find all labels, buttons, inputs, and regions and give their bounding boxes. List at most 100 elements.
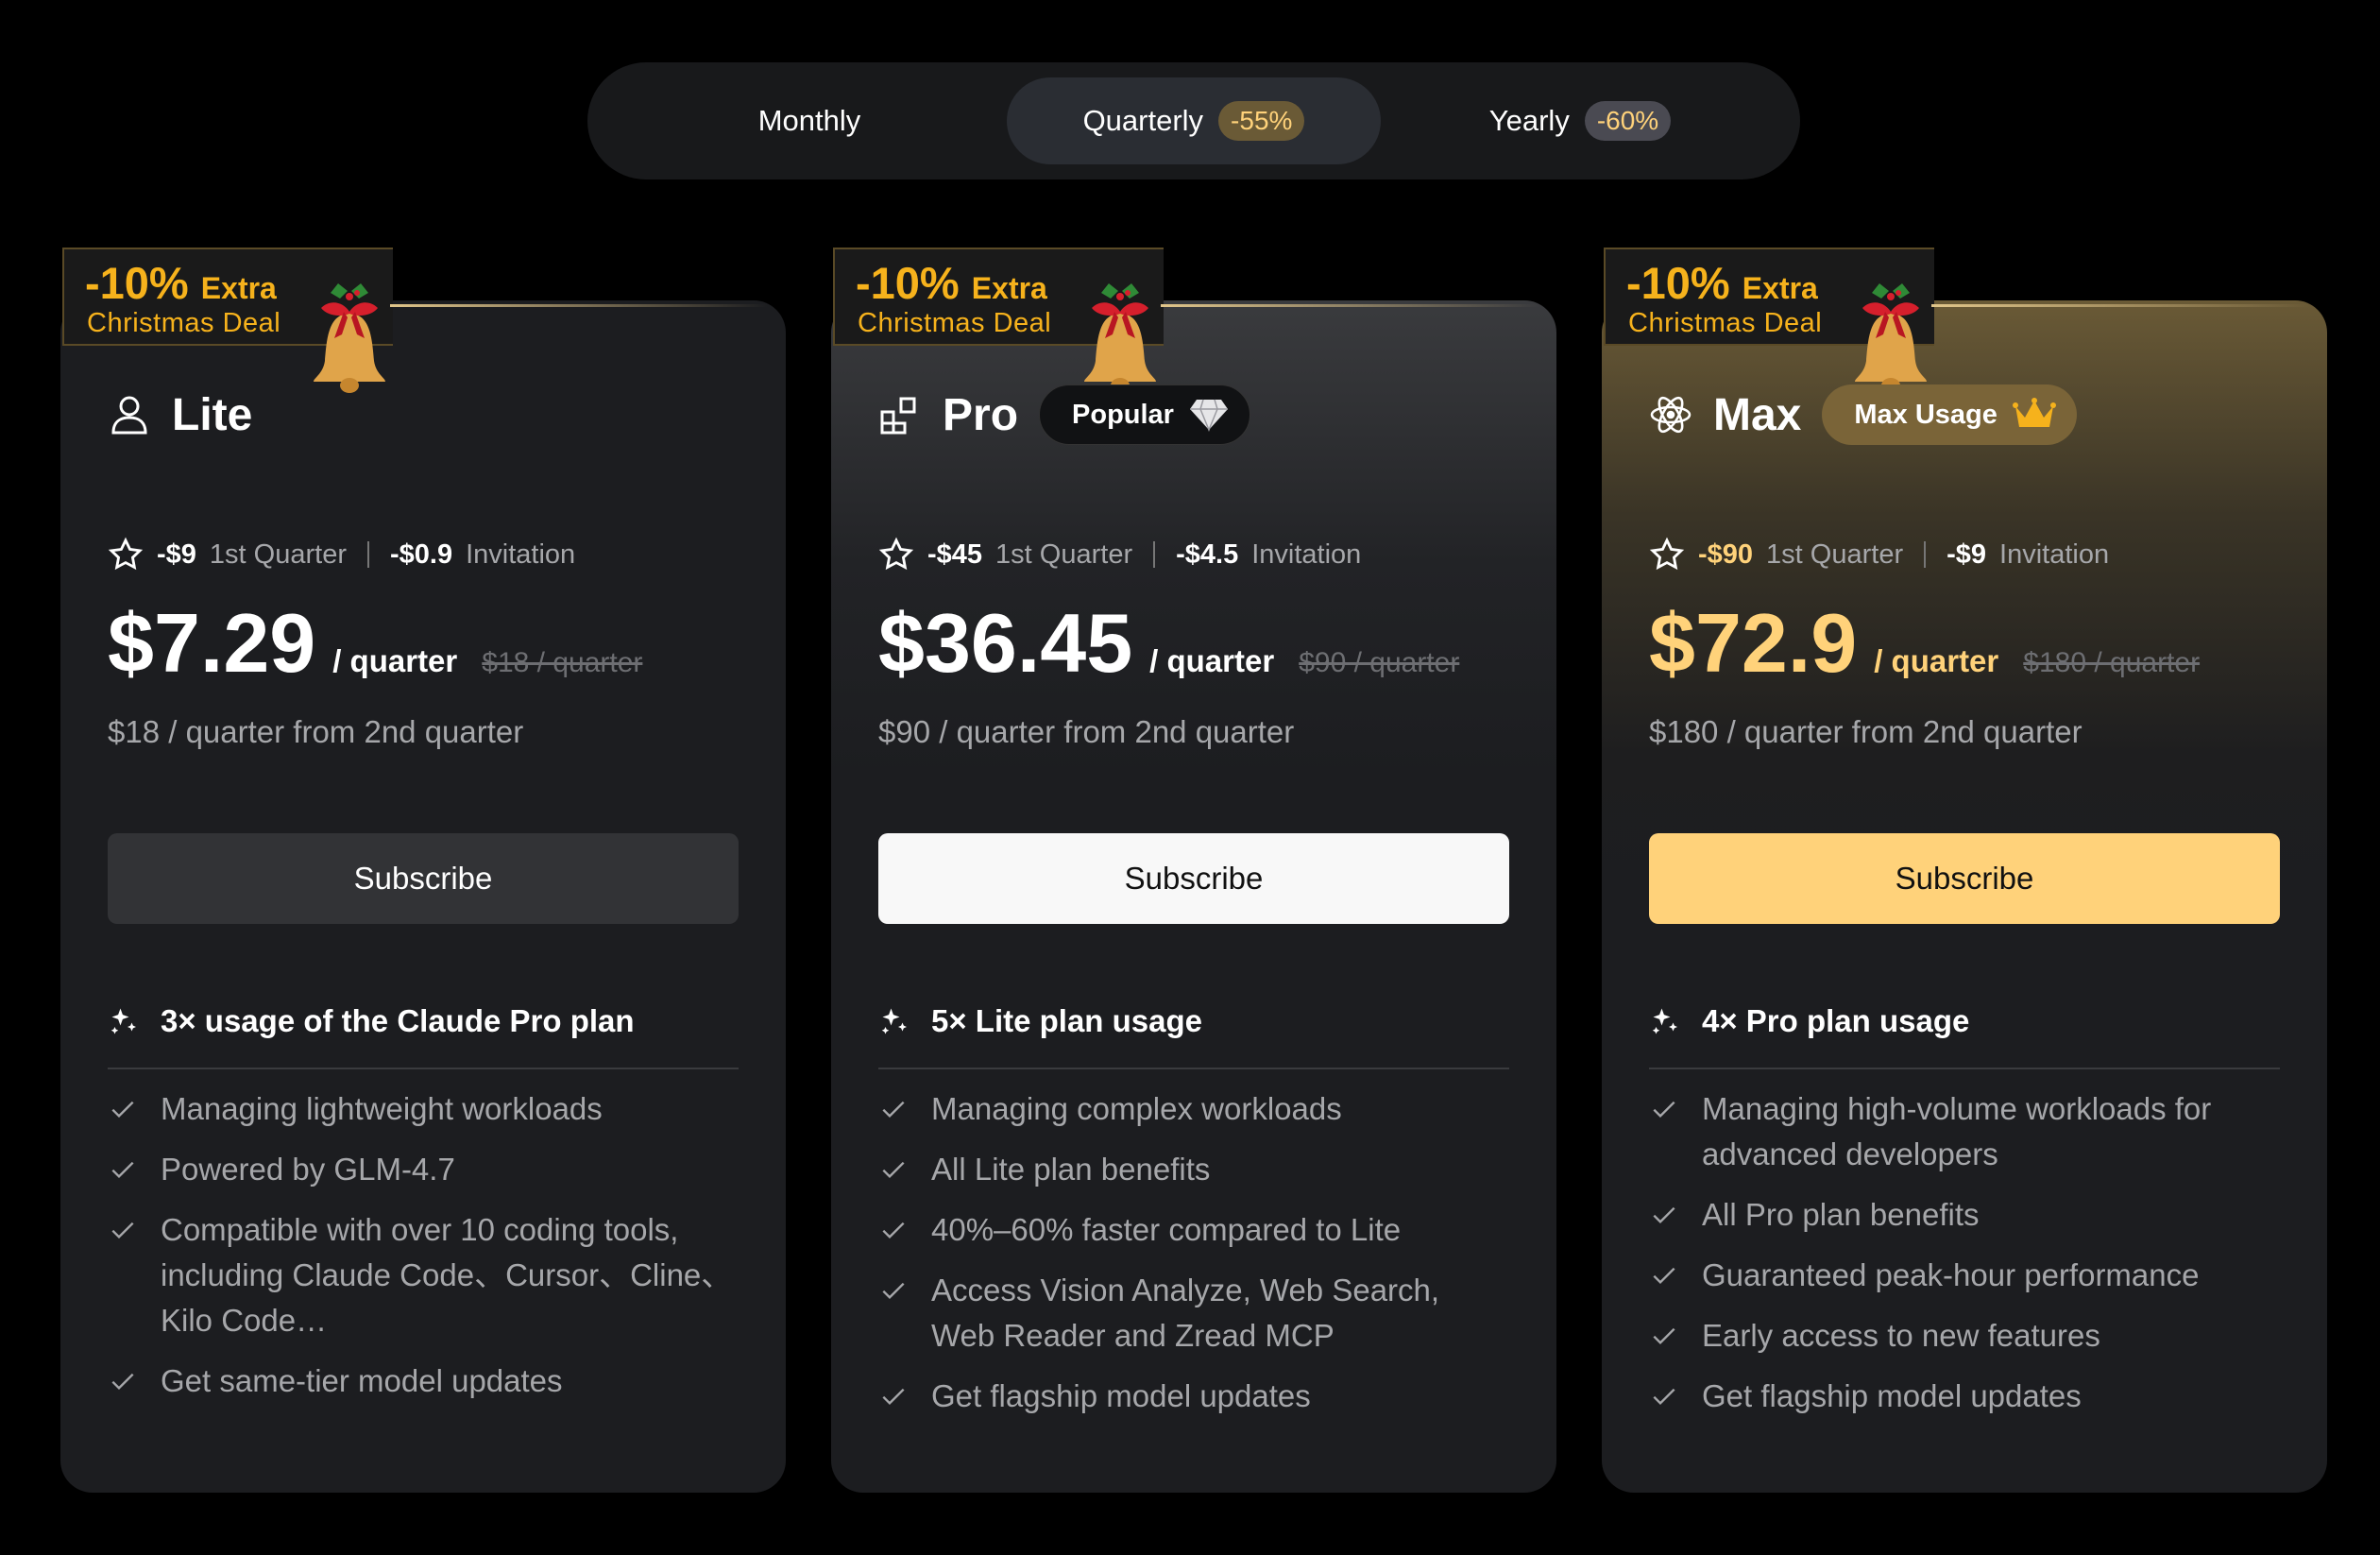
original-price: $90 / quarter: [1299, 647, 1460, 678]
plan-header: Lite: [108, 382, 252, 448]
christmas-bell-icon: [314, 283, 385, 393]
plan-name: Max: [1713, 389, 1802, 440]
popular-badge: Popular: [1039, 384, 1250, 445]
divider: [366, 541, 369, 568]
promo-discount: -10% Extra: [85, 258, 277, 308]
feature-item: Compatible with over 10 coding tools, in…: [108, 1207, 739, 1343]
first-quarter-label: 1st Quarter: [209, 538, 347, 570]
star-icon: [878, 537, 914, 571]
invitation-label: Invitation: [1251, 538, 1362, 570]
usage-headline-text: 4× Pro plan usage: [1702, 1003, 1970, 1038]
feature-item: 40%–60% faster compared to Lite: [878, 1207, 1509, 1253]
check-icon: [108, 1358, 138, 1404]
check-icon: [878, 1147, 909, 1192]
original-price: $180 / quarter: [2023, 647, 2201, 678]
price-period: / quarter: [1149, 643, 1275, 678]
promo-label: Christmas Deal: [87, 308, 281, 338]
divider: [108, 1068, 739, 1069]
feature-item: Get flagship model updates: [878, 1374, 1509, 1419]
plan-card-lite: -10% Extra Christmas Deal Lite -$9 1st Q…: [60, 248, 786, 1493]
divider: [878, 1068, 1509, 1069]
plan-header: Max Max Usage: [1649, 382, 2077, 448]
check-icon: [1649, 1313, 1679, 1358]
usage-headline: 4× Pro plan usage: [1649, 1003, 1969, 1039]
feature-item: All Lite plan benefits: [878, 1147, 1509, 1192]
feature-item: Get flagship model updates: [1649, 1374, 2280, 1419]
renewal-note: $180 / quarter from 2nd quarter: [1649, 714, 2082, 749]
invitation-label: Invitation: [466, 538, 576, 570]
atom-icon: [1650, 396, 1692, 434]
feature-item: Early access to new features: [1649, 1313, 2280, 1358]
feature-item: Managing high-volume workloads for advan…: [1649, 1086, 2280, 1177]
usage-headline-text: 5× Lite plan usage: [931, 1003, 1203, 1038]
star-icon: [1649, 537, 1685, 571]
user-icon: [111, 396, 147, 435]
promo-label: Christmas Deal: [858, 308, 1052, 338]
divider: [1649, 1068, 2280, 1069]
feature-item: Access Vision Analyze, Web Search, Web R…: [878, 1268, 1509, 1358]
price-period: / quarter: [1874, 643, 1999, 678]
plan-price: $7.29: [108, 596, 316, 690]
renewal-note: $90 / quarter from 2nd quarter: [878, 714, 1295, 749]
subscribe-button-lite[interactable]: Subscribe: [108, 833, 739, 924]
usage-headline: 5× Lite plan usage: [878, 1003, 1202, 1039]
first-quarter-discount: -$45: [927, 538, 983, 570]
first-quarter-discount: -$9: [157, 538, 196, 570]
feature-list: Managing complex workloads All Lite plan…: [878, 1086, 1509, 1434]
subscribe-button-max[interactable]: Subscribe: [1649, 833, 2280, 924]
divider: [1153, 541, 1156, 568]
feature-item: Guaranteed peak-hour performance: [1649, 1253, 2280, 1298]
billing-option-label: Yearly: [1488, 104, 1570, 137]
feature-item: All Pro plan benefits: [1649, 1192, 2280, 1238]
billing-option-label: Monthly: [757, 104, 861, 137]
renewal-note: $18 / quarter from 2nd quarter: [108, 714, 524, 749]
sparkle-icon: [1652, 1008, 1677, 1034]
discount-badge: -60%: [1584, 101, 1672, 141]
billing-option-monthly[interactable]: Monthly: [625, 77, 994, 164]
usage-headline: 3× usage of the Claude Pro plan: [108, 1003, 635, 1039]
sparkle-icon: [110, 1008, 136, 1034]
feature-item: Managing complex workloads: [878, 1086, 1509, 1132]
plan-price: $36.45: [878, 596, 1133, 690]
check-icon: [878, 1374, 909, 1419]
check-icon: [878, 1207, 909, 1253]
billing-option-label: Quarterly: [1082, 104, 1204, 137]
billing-option-yearly[interactable]: Yearly -60%: [1396, 77, 1764, 164]
check-icon: [108, 1147, 138, 1192]
check-icon: [108, 1207, 138, 1253]
price-row: $36.45 / quarter $90 / quarter: [878, 595, 1459, 692]
check-icon: [108, 1086, 138, 1132]
sparkle-icon: [881, 1008, 907, 1034]
price-row: $7.29 / quarter $18 / quarter: [108, 595, 642, 692]
invitation-label: Invitation: [1999, 538, 2110, 570]
promo-discount: -10% Extra: [856, 258, 1047, 308]
feature-list: Managing high-volume workloads for advan…: [1649, 1086, 2280, 1434]
check-icon: [878, 1268, 909, 1313]
invitation-discount: -$0.9: [389, 538, 453, 570]
subscribe-button-pro[interactable]: Subscribe: [878, 833, 1509, 924]
original-price: $18 / quarter: [482, 647, 643, 678]
billing-period-toggle: Monthly Quarterly -55% Yearly -60%: [587, 62, 1800, 179]
invitation-discount: -$9: [1946, 538, 1987, 570]
usage-headline-text: 3× usage of the Claude Pro plan: [161, 1003, 635, 1038]
discount-badge: -55%: [1218, 101, 1305, 141]
crown-icon: [2012, 398, 2056, 427]
invitation-discount: -$4.5: [1176, 538, 1239, 570]
diamond-icon: [1189, 399, 1228, 432]
star-icon: [108, 537, 144, 571]
feature-list: Managing lightweight workloads Powered b…: [108, 1086, 739, 1419]
promo-discount: -10% Extra: [1626, 258, 1818, 308]
plan-card-pro: -10% Extra Christmas Deal Pro Popular -$…: [831, 248, 1556, 1493]
price-row: $72.9 / quarter $180 / quarter: [1649, 595, 2200, 692]
plan-name: Lite: [172, 389, 253, 440]
first-quarter-label: 1st Quarter: [1766, 538, 1904, 570]
plan-name: Pro: [943, 389, 1019, 440]
plan-card-max: -10% Extra Christmas Deal Max Max Usage …: [1602, 248, 2327, 1493]
promo-label: Christmas Deal: [1628, 308, 1823, 338]
price-period: / quarter: [332, 643, 458, 678]
plan-header: Pro Popular: [878, 382, 1250, 448]
grid-icon: [880, 397, 916, 435]
plan-price: $72.9: [1649, 596, 1858, 690]
feature-item: Get same-tier model updates: [108, 1358, 739, 1404]
billing-option-quarterly[interactable]: Quarterly -55%: [1007, 77, 1381, 164]
